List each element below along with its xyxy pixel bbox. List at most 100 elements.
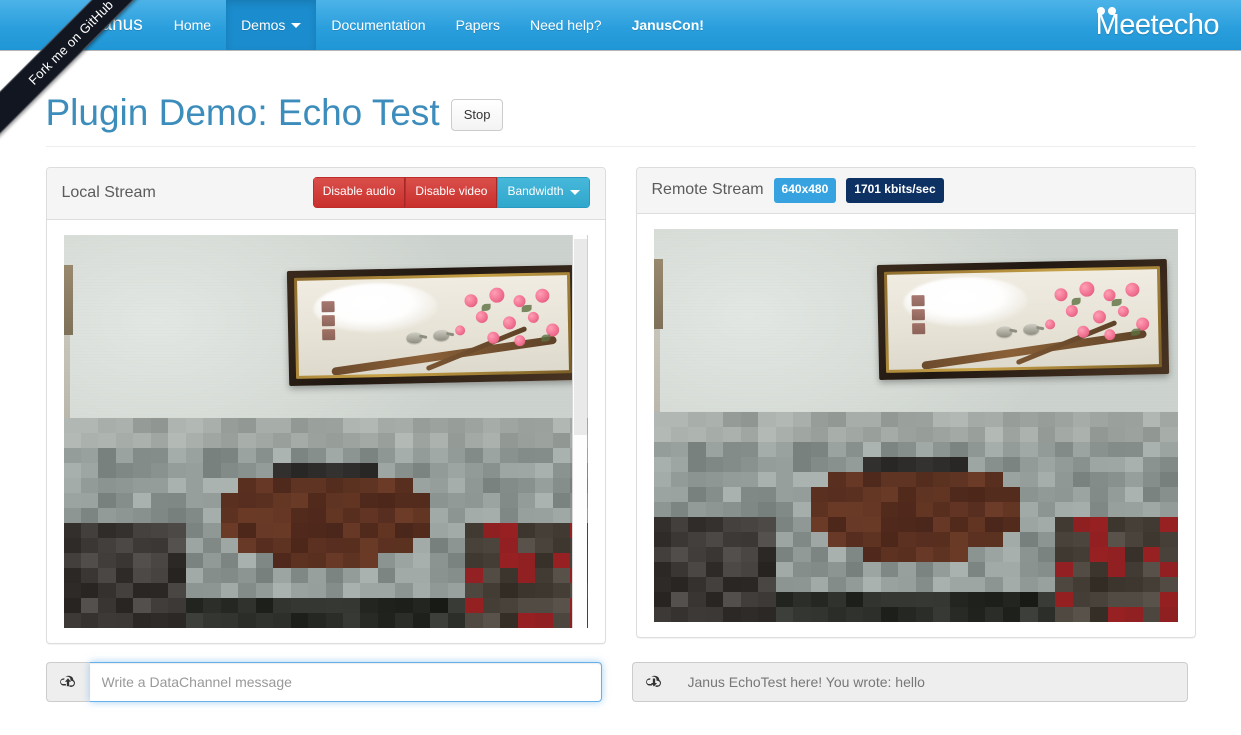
remote-stream-header: Remote Stream 640x480 1701 kbits/sec: [636, 168, 1195, 214]
mosaic-tile: [793, 516, 811, 532]
remote-video[interactable]: [653, 228, 1178, 622]
mosaic-tile: [1072, 501, 1091, 517]
picture-leaf: [480, 302, 490, 311]
local-video-scrollbar[interactable]: [571, 234, 587, 628]
remote-stream-title: Remote Stream: [651, 181, 764, 199]
mosaic-tile: [535, 537, 553, 553]
mosaic-tile: [793, 426, 811, 442]
mosaic-tile: [793, 561, 811, 577]
bandwidth-dropdown-button[interactable]: Bandwidth: [497, 177, 590, 208]
picture-blossom: [475, 310, 488, 323]
mosaic-tile: [447, 522, 466, 538]
mosaic-tile: [552, 462, 571, 478]
mosaic-tile: [1160, 456, 1178, 472]
nav-item-januscon[interactable]: JanusCon!: [617, 0, 719, 50]
mosaic-tile: [500, 492, 518, 508]
framed-picture: [286, 264, 579, 386]
mosaic-tile: [670, 546, 689, 562]
video-left-object: [63, 264, 73, 335]
datachannel-message-input[interactable]: [89, 661, 602, 702]
mosaic-tile: [670, 426, 689, 442]
mosaic-tile: [517, 522, 536, 538]
mosaic-tile: [273, 567, 291, 583]
streams-row: Local Stream Disable audio Disable video…: [45, 167, 1196, 644]
nav-item-documentation[interactable]: Documentation: [316, 0, 440, 50]
mosaic-tile: [238, 597, 256, 613]
mosaic-tile: [500, 612, 518, 628]
mosaic-tile: [63, 447, 81, 463]
mosaic-tile: [880, 456, 899, 472]
mosaic-tile: [238, 522, 256, 538]
meetecho-logo[interactable]: Meetecho: [1096, 0, 1241, 50]
mosaic-tile: [758, 471, 776, 487]
datachannel-received-input: [675, 661, 1188, 702]
mosaic-tile: [758, 441, 776, 457]
mosaic-tile: [535, 462, 553, 478]
mosaic-tile: [395, 477, 413, 493]
mosaic-tile: [810, 456, 829, 472]
mosaic-tile: [915, 411, 933, 427]
mosaic-tile: [863, 411, 881, 427]
mosaic-tile: [1055, 561, 1073, 577]
mosaic-tile: [115, 612, 134, 628]
mosaic-tile: [1142, 441, 1161, 457]
mosaic-tile: [430, 477, 448, 493]
mosaic-tile: [845, 576, 864, 592]
mosaic-tile: [98, 477, 116, 493]
mosaic-tile: [828, 531, 846, 547]
mosaic-tile: [273, 462, 291, 478]
mosaic-tile: [535, 582, 553, 598]
nav-item-papers[interactable]: Papers: [441, 0, 515, 50]
disable-audio-button[interactable]: Disable audio: [312, 177, 406, 208]
nav-item-home[interactable]: Home: [159, 0, 226, 50]
mosaic-tile: [1002, 561, 1021, 577]
mosaic-tile: [220, 552, 239, 568]
mosaic-tile: [220, 567, 239, 583]
logo-dot-left-icon: [1096, 7, 1105, 15]
mosaic-tile: [342, 477, 361, 493]
mosaic-tile: [915, 561, 933, 577]
mosaic-tile: [723, 441, 741, 457]
mosaic-tile: [915, 531, 933, 547]
meetecho-logo-text: Meetecho: [1096, 7, 1219, 40]
mosaic-tile: [273, 432, 291, 448]
mosaic-tile: [898, 486, 916, 502]
mosaic-tile: [915, 576, 933, 592]
mosaic-tile: [932, 471, 951, 487]
mosaic-tile: [1002, 516, 1021, 532]
resolution-badge: 640x480: [773, 178, 837, 203]
mosaic-tile: [670, 576, 689, 592]
picture-blossom: [1116, 305, 1128, 317]
mosaic-tile: [133, 582, 151, 598]
mosaic-tile: [880, 486, 899, 502]
mosaic-tile: [967, 531, 986, 547]
mosaic-tile: [238, 447, 256, 463]
scrollbar-thumb[interactable]: [573, 238, 587, 435]
mosaic-tile: [1160, 606, 1178, 622]
mosaic-tile: [828, 546, 846, 562]
picture-bird-2: [1022, 323, 1039, 335]
mosaic-tile: [517, 567, 536, 583]
mosaic-tile: [1072, 456, 1091, 472]
mosaic-tile: [360, 522, 378, 538]
nav-item-need-help[interactable]: Need help?: [515, 0, 617, 50]
mosaic-tile: [220, 582, 239, 598]
mosaic-tile: [1160, 591, 1178, 607]
mosaic-tile: [98, 612, 116, 628]
stop-button[interactable]: Stop: [450, 99, 504, 132]
picture-blossom: [488, 287, 504, 303]
mosaic-tile: [1125, 456, 1143, 472]
mosaic-tile: [360, 537, 378, 553]
mosaic-tile: [845, 516, 864, 532]
disable-video-button[interactable]: Disable video: [405, 177, 498, 208]
local-video[interactable]: [63, 234, 588, 628]
mosaic-tile: [273, 612, 291, 628]
nav-item-demos[interactable]: Demos: [226, 0, 317, 50]
mosaic-tile: [1090, 426, 1108, 442]
mosaic-tile: [185, 447, 204, 463]
mosaic-tile: [828, 516, 846, 532]
mosaic-tile: [552, 612, 571, 628]
mosaic-tile: [1125, 561, 1143, 577]
mosaic-tile: [500, 552, 518, 568]
mosaic-tile: [412, 537, 431, 553]
